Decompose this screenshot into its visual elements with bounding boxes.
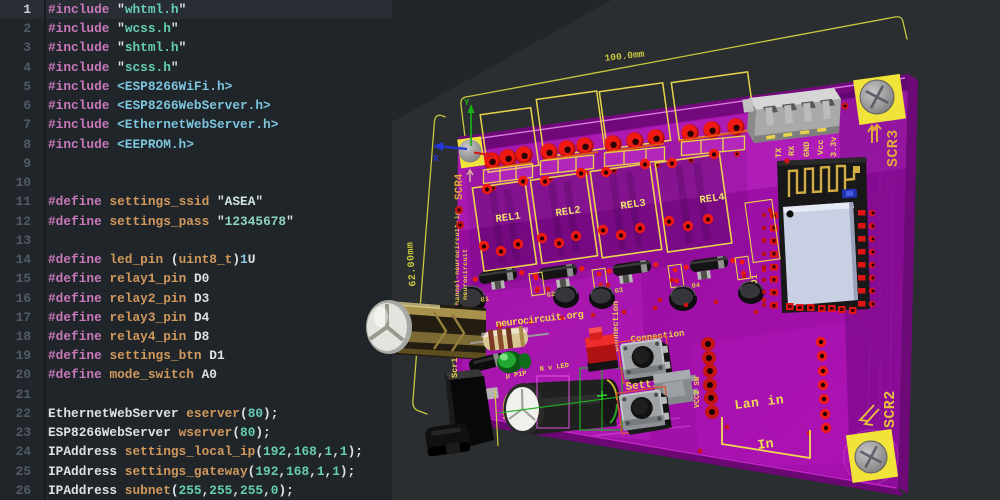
svg-text:03: 03 <box>614 287 623 296</box>
svg-text:TX: TX <box>774 147 784 158</box>
svg-text:GND: GND <box>802 142 812 157</box>
svg-text:04: 04 <box>691 282 700 291</box>
svg-text:J1: J1 <box>751 274 760 284</box>
svg-text:SCR3: SCR3 <box>885 129 902 167</box>
svg-text:Vcc: Vcc <box>816 140 826 155</box>
svg-text:Y: Y <box>464 98 470 108</box>
svg-text:neurocircuit: neurocircuit <box>462 249 470 300</box>
svg-text:Scr1: Scr1 <box>450 358 460 378</box>
svg-text:X: X <box>433 153 439 164</box>
svg-text:3.3v: 3.3v <box>829 137 839 157</box>
svg-text:SCR4: SCR4 <box>454 173 466 200</box>
svg-text:01: 01 <box>480 296 489 305</box>
svg-text:RX: RX <box>787 145 797 156</box>
svg-text:VCC2 SW: VCC2 SW <box>694 376 702 408</box>
svg-text:02: 02 <box>546 291 555 300</box>
svg-text:SCR2: SCR2 <box>882 390 899 428</box>
